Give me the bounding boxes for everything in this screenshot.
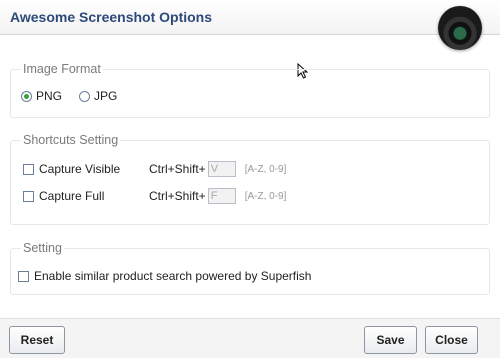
save-button[interactable]: Save <box>364 326 417 354</box>
image-format-legend: Image Format <box>23 62 101 76</box>
superfish-label: Enable similar product search powered by… <box>34 269 312 283</box>
setting-legend: Setting <box>23 241 62 255</box>
capture-full-checkbox[interactable] <box>23 190 34 202</box>
window-title: Awesome Screenshot Options <box>10 9 213 25</box>
camera-logo-icon <box>438 6 482 50</box>
title-bar: Awesome Screenshot Options <box>0 0 500 35</box>
capture-visible-label: Capture Visible <box>39 162 121 176</box>
radio-jpg[interactable]: JPG <box>79 89 117 103</box>
capture-full-hint: [A-Z, 0-9] <box>244 190 287 202</box>
reset-button[interactable]: Reset <box>9 326 65 354</box>
radio-png-control[interactable] <box>21 90 32 102</box>
capture-full-key-input[interactable] <box>207 188 236 204</box>
superfish-checkbox[interactable] <box>18 270 29 282</box>
radio-png-label: PNG <box>36 89 63 103</box>
capture-visible-checkbox[interactable] <box>23 163 34 175</box>
superfish-row: Enable similar product search powered by… <box>18 269 311 283</box>
setting-group: Setting <box>10 241 490 295</box>
capture-full-label: Capture Full <box>39 189 105 203</box>
capture-visible-row: Capture Visible Ctrl+Shift+ [A-Z, 0-9] <box>23 161 286 177</box>
capture-visible-key-input[interactable] <box>207 161 236 177</box>
shortcuts-legend: Shortcuts Setting <box>23 133 119 147</box>
capture-full-modifier: Ctrl+Shift+ <box>149 189 206 203</box>
radio-jpg-control[interactable] <box>79 90 90 102</box>
capture-full-row: Capture Full Ctrl+Shift+ [A-Z, 0-9] <box>23 188 286 204</box>
capture-visible-hint: [A-Z, 0-9] <box>244 163 287 175</box>
radio-jpg-label: JPG <box>94 89 118 103</box>
capture-visible-modifier: Ctrl+Shift+ <box>149 162 206 176</box>
shortcuts-group: Shortcuts Setting <box>10 133 490 225</box>
radio-png[interactable]: PNG <box>21 89 62 103</box>
close-button[interactable]: Close <box>425 326 478 354</box>
